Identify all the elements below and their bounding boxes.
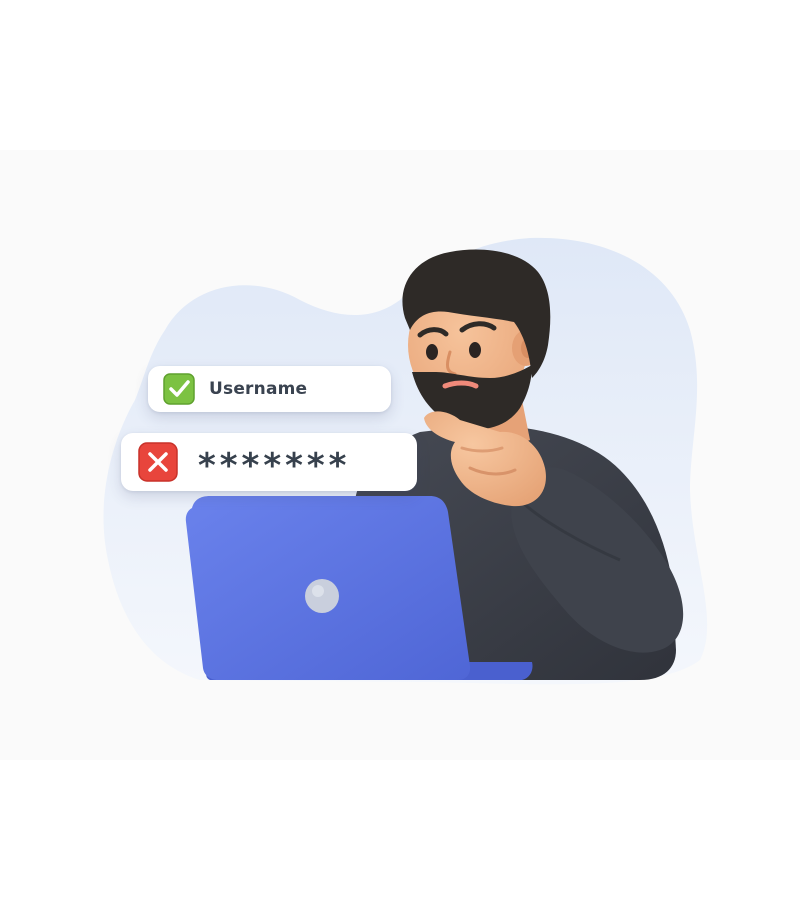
password-field[interactable]: ******* [121, 433, 417, 491]
laptop-logo [305, 579, 339, 613]
cross-icon [138, 442, 178, 482]
password-mask: ******* [198, 446, 351, 486]
username-field[interactable]: Username [148, 366, 391, 412]
checkmark-icon [163, 373, 195, 405]
eye-left [426, 344, 438, 360]
username-label: Username [209, 379, 308, 399]
eye-right [469, 342, 481, 358]
